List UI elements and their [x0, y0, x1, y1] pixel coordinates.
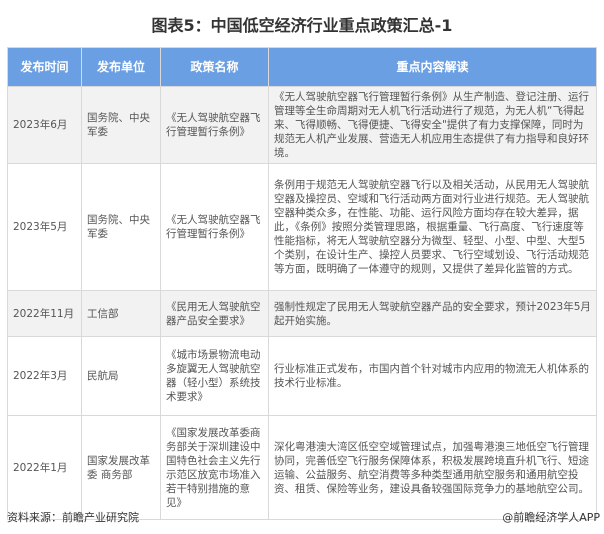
header-issuer: 发布单位	[81, 47, 161, 87]
cell-issuer: 国家发展改革委 商务部	[81, 415, 161, 520]
header-content: 重点内容解读	[268, 47, 597, 87]
table-row: 2023年6月 国务院、中央军委 《无人驾驶航空器飞行管理暂行条例》 《无人驾驶…	[7, 86, 597, 164]
cell-date: 2022年11月	[7, 290, 82, 337]
cell-issuer: 国务院、中央军委	[81, 163, 161, 291]
credit-note: @前瞻经济学人APP	[502, 511, 600, 524]
page-title: 图表5：中国低空经济行业重点政策汇总-1	[151, 16, 453, 35]
cell-content: 条例用于规范无人驾驶航空器飞行以及相关活动，从民用无人驾驶航空器及操控员、空域和…	[268, 163, 597, 291]
cell-issuer: 国务院、中央军委	[81, 86, 161, 164]
cell-policy-name: 《民用无人驾驶航空器产品安全要求》	[160, 290, 269, 337]
cell-date: 2022年3月	[7, 336, 82, 416]
cell-issuer: 民航局	[81, 336, 161, 416]
cell-content: 强制性规定了民用无人驾驶航空器产品的安全要求，预计2023年5月起开始实施。	[268, 290, 597, 337]
cell-content: 《无人驾驶航空器飞行管理暂行条例》从生产制造、登记注册、运行管理等全生命周期对无…	[268, 86, 597, 164]
cell-policy-name: 《无人驾驶航空器飞行管理暂行条例》	[160, 163, 269, 291]
table-row: 2022年1月 国家发展改革委 商务部 《国家发展改革委商务部关于深圳建设中国特…	[7, 415, 597, 520]
cell-date: 2023年5月	[7, 163, 82, 291]
header-policy-name: 政策名称	[160, 47, 269, 87]
cell-content: 深化粤港澳大湾区低空空域管理试点，加强粤港澳三地低空飞行管理协同，完善低空飞行服…	[268, 415, 597, 520]
header-date: 发布时间	[7, 47, 82, 87]
cell-policy-name: 《城市场景物流电动多旋翼无人驾驶航空器（轻小型）系统技术要求》	[160, 336, 269, 416]
cell-policy-name: 《无人驾驶航空器飞行管理暂行条例》	[160, 86, 269, 164]
source-note: 资料来源：前瞻产业研究院	[7, 511, 139, 524]
cell-date: 2022年1月	[7, 415, 82, 520]
table-row: 2022年11月 工信部 《民用无人驾驶航空器产品安全要求》 强制性规定了民用无…	[7, 290, 597, 337]
cell-content: 行业标准正式发布，市国内首个针对城市内应用的物流无人机体系的技术行业标准。	[268, 336, 597, 416]
table-header: 发布时间 发布单位 政策名称 重点内容解读	[7, 47, 597, 87]
cell-date: 2023年6月	[7, 86, 82, 164]
table-row: 2022年3月 民航局 《城市场景物流电动多旋翼无人驾驶航空器（轻小型）系统技术…	[7, 336, 597, 416]
policy-table: 发布时间 发布单位 政策名称 重点内容解读 2023年6月 国务院、中央军委 《…	[7, 47, 597, 520]
cell-issuer: 工信部	[81, 290, 161, 337]
table-row: 2023年5月 国务院、中央军委 《无人驾驶航空器飞行管理暂行条例》 条例用于规…	[7, 163, 597, 291]
cell-policy-name: 《国家发展改革委商务部关于深圳建设中国特色社会主义先行示范区放宽市场准入若干特别…	[160, 415, 269, 520]
